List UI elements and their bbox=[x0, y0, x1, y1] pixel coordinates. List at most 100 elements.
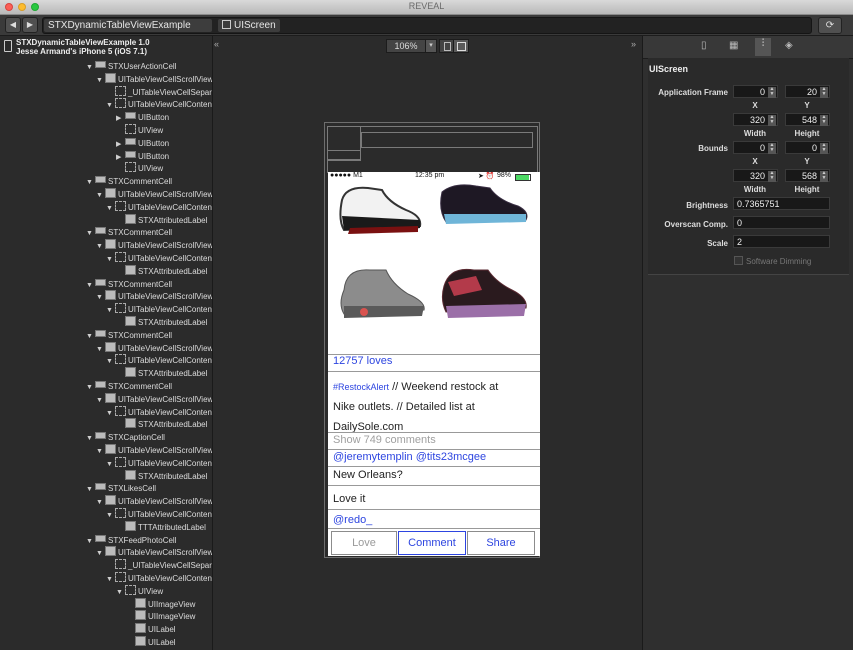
disclosure-open-icon[interactable]: ▼ bbox=[86, 227, 95, 240]
brightness-field[interactable]: 0.7365751 bbox=[733, 197, 830, 210]
disclosure-open-icon[interactable]: ▼ bbox=[106, 407, 115, 420]
outline-row[interactable]: ▶ UIButton bbox=[116, 111, 169, 124]
show-comments-button[interactable]: Show 749 comments bbox=[333, 434, 436, 446]
disclosure-open-icon[interactable]: ▼ bbox=[86, 176, 95, 189]
disclosure-open-icon[interactable]: ▼ bbox=[86, 381, 95, 394]
stepper-icon[interactable]: ▲ ▼ bbox=[768, 87, 776, 98]
phone-screen[interactable]: ●●●●● M1 12:35 pm ➤ ⏰ 98% 12757 loves #R… bbox=[328, 172, 540, 556]
bounds-width-field[interactable]: 320 ▲ ▼ bbox=[733, 169, 778, 182]
app-frame-x-field[interactable]: 0 ▲ ▼ bbox=[733, 85, 778, 98]
outline-row[interactable]: _UITableViewCellSeparat bbox=[106, 85, 212, 99]
sliders-icon[interactable]: ⫶ bbox=[755, 38, 771, 56]
disclosure-open-icon[interactable]: ▼ bbox=[96, 496, 105, 509]
outline-row[interactable]: ▼ UITableViewCellScrollView bbox=[96, 546, 212, 560]
outline-row[interactable]: ▼ UIView bbox=[116, 584, 163, 599]
outline-row[interactable]: ▼ UITableViewCellScrollView bbox=[96, 239, 212, 253]
forward-button[interactable]: ▶ bbox=[22, 17, 38, 33]
zoom-menu-icon[interactable]: ▾ bbox=[425, 39, 437, 53]
refresh-button[interactable]: ⟳ bbox=[818, 17, 842, 34]
outline-row[interactable]: ▼ STXCommentCell bbox=[86, 329, 172, 342]
outline-row[interactable]: STXAttributedLabel bbox=[116, 367, 207, 380]
scale-field[interactable]: 2 bbox=[733, 235, 830, 248]
disclosure-open-icon[interactable]: ▼ bbox=[106, 99, 115, 112]
stepper-icon[interactable]: ▲ ▼ bbox=[768, 115, 776, 126]
outline-row[interactable]: ▼ STXLikesCell bbox=[86, 482, 156, 495]
disclosure-open-icon[interactable]: ▼ bbox=[106, 458, 115, 471]
outline-row[interactable]: ▼ UITableViewCellScrollView bbox=[96, 444, 212, 458]
collapse-left-icon[interactable]: « bbox=[214, 39, 219, 49]
outline-row[interactable]: ▶ UIButton bbox=[116, 137, 169, 150]
disclosure-open-icon[interactable]: ▼ bbox=[96, 291, 105, 304]
bounds-height-field[interactable]: 568 ▲ ▼ bbox=[785, 169, 830, 182]
outline-row[interactable]: ▼ UITableViewCellScrollView bbox=[96, 392, 212, 407]
love-button[interactable]: Love bbox=[331, 531, 397, 555]
outline-row[interactable]: UIView bbox=[116, 162, 163, 175]
outline-row[interactable]: STXAttributedLabel bbox=[116, 469, 207, 483]
outline-row[interactable]: UILabel bbox=[126, 623, 176, 636]
document-icon[interactable]: ▯ bbox=[701, 40, 707, 51]
software-dimming-option[interactable]: Software Dimming bbox=[734, 256, 811, 266]
disclosure-open-icon[interactable]: ▼ bbox=[106, 509, 115, 522]
app-frame-height-field[interactable]: 548 ▲ ▼ bbox=[785, 113, 830, 126]
outline-row[interactable]: ▼ STXUserActionCell bbox=[86, 60, 176, 73]
outline-row[interactable]: STXAttributedLabel bbox=[116, 213, 207, 227]
disclosure-open-icon[interactable]: ▼ bbox=[86, 279, 95, 292]
layout-icon[interactable]: ▦ bbox=[729, 40, 738, 51]
back-button[interactable]: ◀ bbox=[5, 17, 21, 33]
stepper-icon[interactable]: ▲ ▼ bbox=[820, 87, 828, 98]
outline-row[interactable]: UIView bbox=[116, 124, 163, 137]
disclosure-open-icon[interactable]: ▼ bbox=[86, 535, 95, 548]
outline-row[interactable]: ▼ UITableViewCellContent bbox=[106, 252, 212, 266]
likes-label[interactable]: 12757 loves bbox=[333, 355, 392, 367]
collapse-right-icon[interactable]: » bbox=[631, 39, 636, 49]
disclosure-open-icon[interactable]: ▼ bbox=[96, 445, 105, 458]
outline-row[interactable]: ▼ STXCommentCell bbox=[86, 226, 172, 239]
share-button[interactable]: Share bbox=[467, 531, 535, 555]
disclosure-open-icon[interactable]: ▼ bbox=[96, 394, 105, 407]
outline-row[interactable]: STXAttributedLabel bbox=[116, 316, 207, 329]
outline-row[interactable]: ▼ STXCaptionCell bbox=[86, 431, 165, 444]
disclosure-open-icon[interactable]: ▼ bbox=[116, 586, 125, 599]
breadcrumb-app[interactable]: STXDynamicTableViewExample (Jess... bbox=[44, 19, 212, 32]
disclosure-open-icon[interactable]: ▼ bbox=[86, 61, 95, 74]
stepper-icon[interactable]: ▲ ▼ bbox=[768, 171, 776, 182]
outline-row[interactable]: ▼ STXCommentCell bbox=[86, 278, 172, 291]
outline-row[interactable]: ▼ UITableViewCellContent bbox=[106, 98, 212, 112]
outline-row[interactable]: ▼ UITableViewCellContent bbox=[106, 354, 212, 368]
outline-row[interactable]: ▼ UITableViewCellScrollView bbox=[96, 341, 212, 356]
disclosure-open-icon[interactable]: ▼ bbox=[96, 74, 105, 87]
app-frame-width-field[interactable]: 320 ▲ ▼ bbox=[733, 113, 778, 126]
outline-row[interactable]: ▼ UITableViewCellScrollView bbox=[96, 495, 212, 509]
app-frame-y-field[interactable]: 20 ▲ ▼ bbox=[785, 85, 830, 98]
stepper-icon[interactable]: ▲ ▼ bbox=[820, 115, 828, 126]
outline-row[interactable]: UIImageView bbox=[126, 610, 195, 623]
disclosure-open-icon[interactable]: ▼ bbox=[86, 432, 95, 445]
outline-row[interactable]: ▼ UITableViewCellScrollView bbox=[96, 188, 212, 202]
disclosure-open-icon[interactable]: ▼ bbox=[96, 547, 105, 560]
stepper-icon[interactable]: ▲ ▼ bbox=[820, 171, 828, 182]
disclosure-open-icon[interactable]: ▼ bbox=[106, 573, 115, 586]
outline-row[interactable]: ▼ STXCommentCell bbox=[86, 380, 172, 393]
disclosure-open-icon[interactable]: ▼ bbox=[106, 253, 115, 266]
breadcrumb-uiscreen[interactable]: UIScreen bbox=[218, 19, 280, 32]
disclosure-open-icon[interactable]: ▼ bbox=[96, 189, 105, 202]
disclosure-open-icon[interactable]: ▼ bbox=[96, 240, 105, 253]
disclosure-open-icon[interactable]: ▼ bbox=[106, 304, 115, 317]
outline-row[interactable]: ▼ UITableViewCellContent bbox=[106, 200, 212, 215]
disclosure-open-icon[interactable]: ▼ bbox=[106, 355, 115, 368]
outline-row[interactable]: ▼ UITableViewCellContent bbox=[106, 456, 212, 471]
disclosure-open-icon[interactable]: ▼ bbox=[106, 202, 115, 215]
outline-row[interactable]: STXAttributedLabel bbox=[116, 264, 207, 278]
comment-button[interactable]: Comment bbox=[398, 531, 466, 555]
outline-row[interactable]: TTTAttributedLabel bbox=[116, 520, 206, 534]
stepper-icon[interactable]: ▲ ▼ bbox=[768, 143, 776, 154]
outline-row[interactable]: ▼ UITableViewCellContent bbox=[106, 572, 212, 586]
outline-row[interactable]: STXAttributedLabel bbox=[116, 418, 207, 431]
disclosure-open-icon[interactable]: ▼ bbox=[96, 343, 105, 356]
overscan-field[interactable]: 0 bbox=[733, 216, 830, 229]
outline-row[interactable]: ▼ UITableViewCellContent bbox=[106, 303, 212, 317]
view-mode-3d-button[interactable] bbox=[453, 39, 469, 53]
stepper-icon[interactable]: ▲ ▼ bbox=[820, 143, 828, 154]
outline-row[interactable]: ▼ STXCommentCell bbox=[86, 175, 172, 188]
outline-row[interactable]: ▼ UITableViewCellScrollView bbox=[96, 72, 212, 87]
